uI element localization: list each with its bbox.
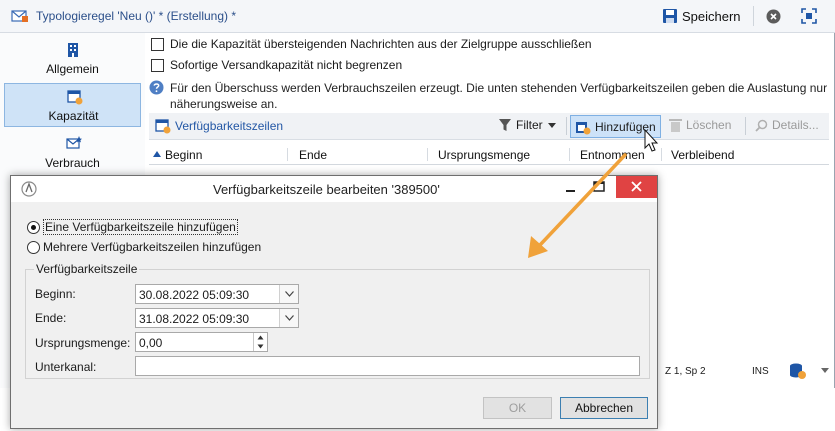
radio-multiple-lines[interactable]: Mehrere Verfügbarkeitszeilen hinzufügen (27, 240, 261, 254)
list-title: Verfügbarkeitszeilen (155, 118, 283, 134)
save-button[interactable]: Speichern (662, 5, 741, 27)
sidebar-item-label: Kapazität (48, 109, 99, 123)
sort-ascending-icon (153, 151, 161, 157)
delete-button[interactable]: Löschen (669, 118, 731, 132)
title-bar: Typologieregel 'Neu ()' * (Erstellung) *… (0, 0, 835, 33)
subchannel-label: Unterkanal: (35, 360, 97, 374)
calendar-clock-icon (67, 89, 83, 105)
quantity-label: Ursprungsmenge: (35, 336, 131, 350)
toolbar-divider (566, 117, 567, 135)
floppy-disk-icon (662, 8, 678, 24)
column-header-beginn[interactable]: Beginn (165, 148, 202, 162)
envelope-rule-icon (11, 9, 29, 23)
begin-dropdown-button[interactable] (279, 285, 298, 303)
filter-button[interactable]: Filter (499, 118, 556, 132)
toolbar-divider (753, 6, 754, 26)
exclude-overflow-checkbox-row[interactable]: Die die Kapazität übersteigenden Nachric… (151, 37, 592, 51)
magnifier-icon (755, 119, 768, 132)
filter-label: Filter (516, 118, 543, 132)
column-divider (287, 148, 288, 161)
chevron-down-icon (547, 122, 556, 128)
unlimited-capacity-label: Sofortige Versandkapazität nicht begrenz… (170, 58, 403, 72)
add-label: Hinzufügen (595, 119, 656, 134)
chevron-down-icon (285, 291, 294, 297)
sidebar-item-kapazitaet[interactable]: Kapazität (4, 83, 141, 127)
save-label: Speichern (682, 8, 741, 24)
column-header-ende[interactable]: Ende (299, 148, 327, 162)
toolbar-divider (745, 117, 746, 135)
window-title: Typologieregel 'Neu ()' * (Erstellung) * (36, 9, 237, 23)
add-button[interactable]: Hinzufügen (570, 115, 661, 138)
begin-label: Beginn: (35, 287, 76, 301)
column-divider (569, 148, 570, 161)
column-header-ursprungsmenge[interactable]: Ursprungsmenge (438, 148, 530, 162)
sidebar-item-verbrauch[interactable]: Verbrauch (4, 131, 141, 175)
info-text: Für den Überschuss werden Verbrauchszeil… (170, 81, 828, 111)
calendar-clock-icon (155, 118, 171, 134)
begin-value: 30.08.2022 05:09:30 (139, 288, 250, 302)
availability-list-toolbar: Verfügbarkeitszeilen Filter Hinzufügen L… (149, 113, 829, 140)
quantity-value: 0,00 (139, 336, 163, 350)
unlimited-capacity-checkbox-row[interactable]: Sofortige Versandkapazität nicht begrenz… (151, 58, 402, 72)
edit-availability-dialog: Verfügbarkeitszeile bearbeiten '389500' … (10, 175, 658, 429)
app-icon (21, 181, 37, 197)
chevron-down-icon (285, 315, 294, 321)
fullscreen-icon[interactable] (801, 8, 817, 24)
question-circle-icon (149, 80, 164, 112)
dialog-title-bar: Verfügbarkeitszeile bearbeiten '389500' (11, 176, 657, 202)
radio-multiple-label: Mehrere Verfügbarkeitszeilen hinzufügen (43, 240, 262, 254)
insert-mode: INS (752, 366, 769, 377)
radio-single-line[interactable]: Eine Verfügbarkeitszeile hinzufügen (27, 219, 238, 235)
cancel-label: Abbrechen (574, 401, 634, 415)
maximize-icon[interactable] (592, 178, 606, 196)
quantity-spin-buttons[interactable] (253, 333, 267, 351)
dialog-close-button[interactable] (616, 176, 657, 198)
building-icon (66, 42, 80, 58)
end-datetime-field[interactable]: 31.08.2022 05:09:30 (135, 308, 299, 328)
status-bar: Z 1, Sp 2 INS (662, 361, 835, 382)
end-label: Ende: (35, 311, 67, 325)
column-header-verbleibend[interactable]: Verbleibend (671, 148, 734, 162)
unlimited-capacity-checkbox[interactable] (151, 58, 164, 72)
sidebar-item-label: Verbrauch (45, 156, 100, 170)
exclude-overflow-checkbox[interactable] (151, 37, 164, 51)
delete-label: Löschen (686, 118, 732, 132)
calendar-add-icon (575, 119, 591, 135)
column-divider (427, 148, 428, 161)
radio-multiple-input[interactable] (27, 240, 40, 254)
funnel-icon (499, 118, 511, 132)
end-dropdown-button[interactable] (279, 309, 298, 327)
quantity-stepper[interactable]: 0,00 (135, 332, 268, 352)
begin-datetime-field[interactable]: 30.08.2022 05:09:30 (135, 284, 299, 304)
column-divider (661, 148, 662, 161)
subchannel-input[interactable] (135, 356, 640, 376)
minimize-icon[interactable] (564, 178, 578, 196)
envelope-star-icon (66, 136, 82, 150)
availability-line-group: Verfügbarkeitszeile Beginn: 30.08.2022 0… (25, 262, 650, 379)
scroll-down-icon[interactable] (821, 368, 829, 373)
sidebar-item-label: Allgemein (46, 62, 99, 76)
details-label: Details... (772, 118, 819, 132)
details-button[interactable]: Details... (755, 118, 819, 132)
dialog-title: Verfügbarkeitszeile bearbeiten '389500' (213, 182, 440, 197)
spin-down-icon[interactable] (254, 342, 267, 351)
sidebar-item-allgemein[interactable]: Allgemein (4, 37, 141, 81)
exclude-overflow-label: Die die Kapazität übersteigenden Nachric… (170, 37, 592, 51)
availability-grid-header: Beginn Ende Ursprungsmenge Entnommen Ver… (149, 144, 829, 165)
radio-single-label: Eine Verfügbarkeitszeile hinzufügen (43, 219, 238, 235)
cancel-button[interactable]: Abbrechen (560, 397, 648, 419)
cursor-position: Z 1, Sp 2 (665, 366, 706, 377)
column-header-entnommen[interactable]: Entnommen (580, 148, 645, 162)
close-circle-icon[interactable] (766, 9, 781, 24)
radio-single-input[interactable] (27, 220, 40, 234)
end-value: 31.08.2022 05:09:30 (139, 312, 250, 326)
trash-icon (669, 118, 682, 132)
group-title: Verfügbarkeitszeile (34, 262, 140, 276)
list-title-label: Verfügbarkeitszeilen (175, 119, 284, 133)
spin-up-icon[interactable] (254, 333, 267, 342)
info-note: Für den Überschuss werden Verbrauchszeil… (149, 80, 829, 112)
database-icon (789, 362, 807, 380)
ok-button[interactable]: OK (483, 397, 552, 419)
